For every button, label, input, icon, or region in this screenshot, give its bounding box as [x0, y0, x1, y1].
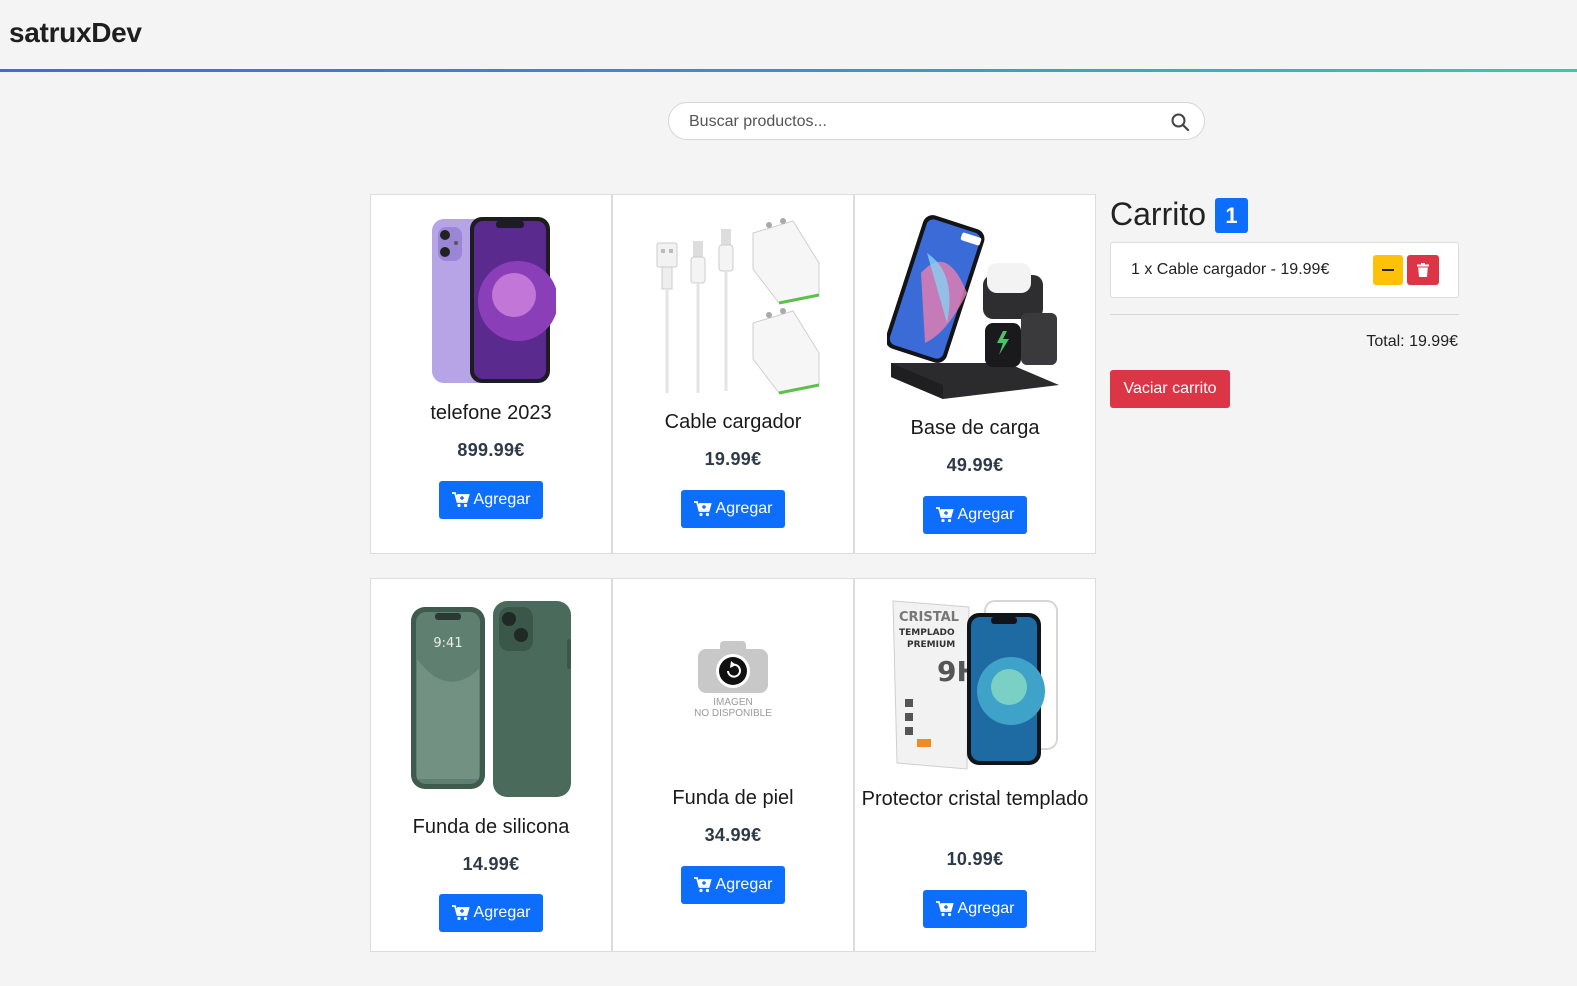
charging-dock-image — [887, 215, 1059, 399]
product-card: CRISTAL TEMPLADO PREMIUM 9H+ Protector c… — [854, 578, 1096, 952]
box-text-line2: TEMPLADO — [899, 628, 955, 638]
product-card: Base de carga 49.99€ Agregar — [854, 194, 1096, 554]
add-to-cart-button[interactable]: Agregar — [439, 481, 543, 519]
camera-icon — [698, 641, 768, 693]
product-price: 34.99€ — [704, 825, 762, 845]
search-input[interactable] — [689, 112, 1159, 132]
product-price: 19.99€ — [704, 449, 762, 469]
placeholder-text-line2: NO DISPONIBLE — [694, 708, 772, 719]
product-price: 899.99€ — [457, 440, 525, 460]
cart-plus-icon — [693, 501, 712, 517]
screen-protector-image: CRISTAL TEMPLADO PREMIUM 9H+ — [892, 600, 1058, 770]
cart-title: Carrito — [1110, 196, 1207, 232]
image-unavailable-placeholder: IMAGEN NO DISPONIBLE — [688, 641, 778, 729]
cart-item-text: 1 x Cable cargador - 19.99€ — [1131, 261, 1330, 278]
search-icon[interactable] — [1170, 112, 1190, 132]
add-button-label: Agregar — [957, 900, 1015, 917]
product-name: Base de carga — [910, 417, 1040, 439]
clear-cart-button[interactable]: Vaciar carrito — [1110, 370, 1230, 408]
box-text-line1: CRISTAL — [899, 610, 959, 625]
header-divider — [0, 69, 1577, 72]
trash-icon — [1417, 263, 1429, 277]
add-button-label: Agregar — [473, 491, 531, 508]
product-price: 49.99€ — [946, 455, 1004, 475]
search-bar — [668, 102, 1205, 140]
product-name: telefone 2023 — [430, 402, 552, 424]
add-button-label: Agregar — [957, 506, 1015, 523]
green-case-image: 9:41 — [411, 601, 571, 797]
cart-plus-icon — [451, 492, 470, 508]
remove-item-button[interactable] — [1407, 255, 1439, 285]
add-button-label: Agregar — [473, 904, 531, 921]
add-to-cart-button[interactable]: Agregar — [923, 890, 1027, 928]
add-button-label: Agregar — [715, 500, 773, 517]
brand-logo[interactable]: satruxDev — [9, 17, 142, 49]
placeholder-text-line1: IMAGEN — [713, 697, 753, 708]
product-card: Cable cargador 19.99€ Agregar — [612, 194, 854, 554]
product-card: 9:41 Funda de silicona 14.99€ Agregar — [370, 578, 612, 952]
cart-plus-icon — [935, 507, 954, 523]
cart-count-badge: 1 — [1215, 198, 1248, 233]
add-to-cart-button[interactable]: Agregar — [681, 866, 785, 904]
product-price: 10.99€ — [946, 849, 1004, 869]
add-to-cart-button[interactable]: Agregar — [439, 894, 543, 932]
cart-plus-icon — [935, 901, 954, 917]
product-name: Funda de silicona — [412, 816, 570, 838]
add-to-cart-button[interactable]: Agregar — [923, 496, 1027, 534]
decrease-quantity-button[interactable] — [1373, 255, 1403, 285]
header: satruxDev — [0, 0, 1577, 72]
product-card: telefone 2023 899.99€ Agregar — [370, 194, 612, 554]
product-price: 14.99€ — [462, 854, 520, 874]
add-button-label: Agregar — [715, 876, 773, 893]
cart-total: Total: 19.99€ — [1366, 333, 1458, 350]
purple-phone-image — [432, 217, 556, 383]
product-name: Cable cargador — [664, 411, 802, 433]
product-name: Funda de piel — [672, 787, 794, 809]
cart-plus-icon — [693, 877, 712, 893]
cart-plus-icon — [451, 905, 470, 921]
cart-item: 1 x Cable cargador - 19.99€ — [1110, 242, 1459, 298]
box-text-line3: PREMIUM — [907, 640, 955, 650]
cart-divider — [1110, 314, 1459, 315]
minus-icon — [1382, 269, 1394, 271]
product-name: Protector cristal templado — [861, 788, 1089, 810]
charger-cable-image — [656, 218, 820, 395]
product-card: IMAGEN NO DISPONIBLE Funda de piel 34.99… — [612, 578, 854, 952]
svg-text:9:41: 9:41 — [433, 636, 462, 651]
add-to-cart-button[interactable]: Agregar — [681, 490, 785, 528]
